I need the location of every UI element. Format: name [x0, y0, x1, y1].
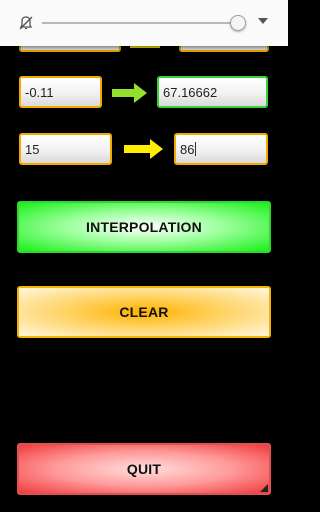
quit-button[interactable]: QUIT	[17, 443, 271, 495]
input-value-row1: -0.11	[25, 85, 54, 100]
bell-off-icon[interactable]	[18, 15, 34, 31]
input-field-row2[interactable]: 15	[19, 133, 112, 165]
arrow-right-icon	[124, 139, 163, 159]
chevron-down-icon[interactable]	[258, 18, 268, 24]
output-value-row1: 67.16662	[163, 85, 218, 100]
input-field-row1[interactable]: -0.11	[19, 76, 102, 108]
volume-slider-thumb[interactable]	[230, 15, 247, 31]
quit-button-label: QUIT	[126, 461, 162, 477]
interpolation-button-label: INTERPOLATION	[86, 219, 202, 235]
output-field-row2[interactable]: 86	[174, 133, 268, 165]
volume-panel	[0, 0, 288, 46]
interpolation-button[interactable]: INTERPOLATION	[17, 201, 271, 253]
clear-button-label: CLEAR	[119, 304, 169, 320]
clear-button[interactable]: CLEAR	[17, 286, 271, 338]
arrow-right-icon	[112, 83, 147, 103]
output-value-row2: 86	[180, 142, 195, 157]
volume-slider-track[interactable]	[42, 22, 240, 24]
resize-handle-icon	[260, 484, 268, 492]
input-value-row2: 15	[25, 142, 40, 157]
output-field-row1[interactable]: 67.16662	[157, 76, 268, 108]
text-cursor	[195, 142, 197, 156]
